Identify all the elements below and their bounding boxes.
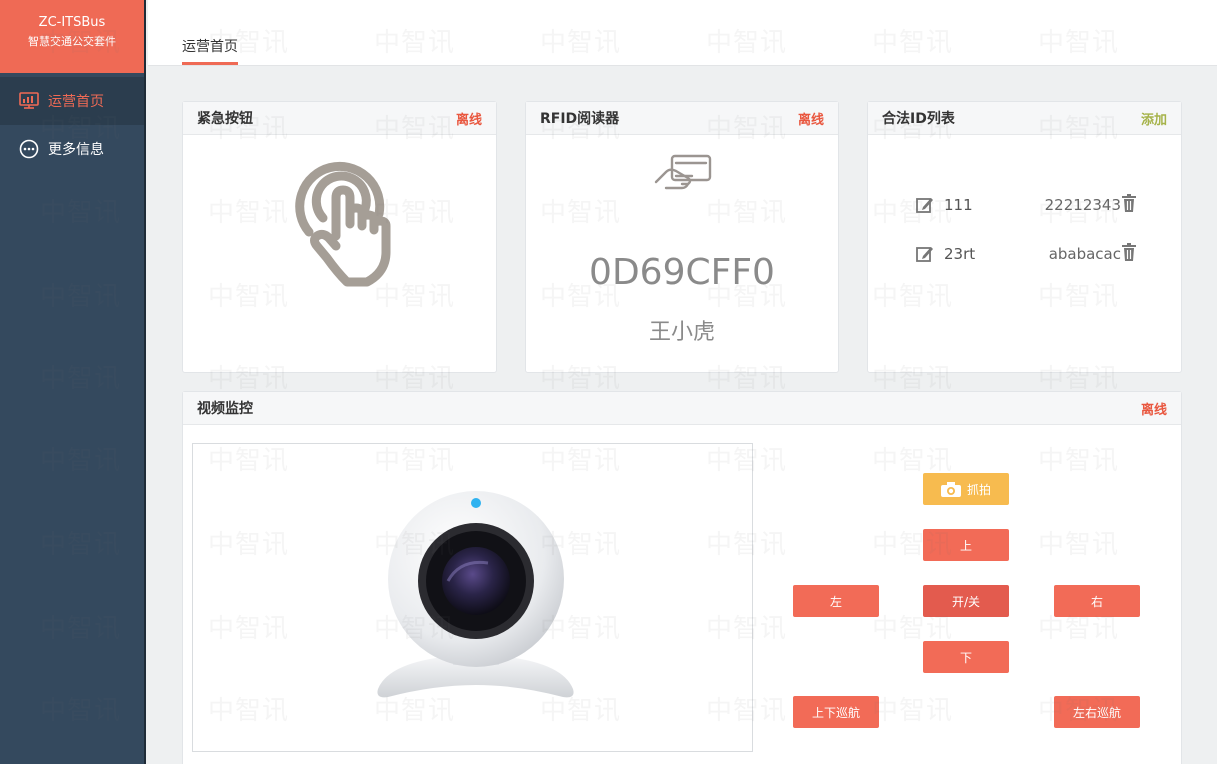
panel-title: 合法ID列表 (882, 111, 955, 127)
trash-icon[interactable] (1121, 242, 1137, 262)
id-name: 23rt (944, 245, 976, 263)
list-item: 111 22212343 (868, 193, 1181, 219)
card-swipe-icon (654, 154, 712, 190)
list-item: 23rt ababacac (868, 242, 1181, 268)
rfid-reader-panel: RFID阅读器 离线 0D69CFF0 王小虎 (525, 101, 839, 373)
status-badge: 离线 (1140, 402, 1167, 418)
topbar: 运营首页 (148, 0, 1217, 66)
tab-dashboard[interactable]: 运营首页 (182, 36, 238, 65)
sidebar-item-label: 更多信息 (48, 142, 104, 158)
panel-title: RFID阅读器 (540, 111, 620, 127)
panel-title: 视频监控 (197, 401, 253, 417)
edit-icon[interactable] (916, 196, 934, 214)
brand: ZC-ITSBus 智慧交通公交套件 (0, 0, 144, 73)
status-badge: 离线 (797, 112, 824, 128)
more-icon (18, 138, 40, 160)
add-button[interactable]: 添加 (1141, 109, 1167, 128)
webcam-icon (377, 491, 574, 698)
panel-header: RFID阅读器 离线 (526, 102, 838, 135)
touch-icon (295, 161, 391, 287)
status-badge: 离线 (455, 112, 482, 128)
edit-icon[interactable] (916, 245, 934, 263)
video-view (192, 443, 753, 752)
tilt-cruise-button[interactable]: 上下巡航 (793, 696, 879, 728)
id-value: ababacac (1048, 245, 1121, 263)
sidebar-item-more[interactable]: 更多信息 (0, 125, 144, 173)
sidebar-item-dashboard[interactable]: 运营首页 (0, 77, 144, 125)
capture-label: 抓拍 (966, 482, 991, 497)
dashboard-icon (18, 90, 40, 112)
card-holder-name: 王小虎 (648, 320, 715, 345)
video-monitor-panel: 视频监控 离线 抓拍 上 左 开/关 右 下 上下巡航 左右巡航 (182, 391, 1182, 764)
capture-button[interactable]: 抓拍 (923, 473, 1009, 505)
app-subtitle: 智慧交通公交套件 (28, 35, 116, 48)
panel-header: 视频监控 离线 (183, 392, 1181, 425)
panel-title: 紧急按钮 (197, 111, 253, 127)
left-button[interactable]: 左 (793, 585, 879, 617)
trash-icon[interactable] (1121, 193, 1137, 213)
up-button[interactable]: 上 (923, 529, 1009, 561)
panel-header: 紧急按钮 离线 (183, 102, 496, 135)
camera-icon (940, 481, 961, 497)
emergency-button-panel: 紧急按钮 离线 (182, 101, 497, 373)
sidebar: ZC-ITSBus 智慧交通公交套件 运营首页 更多信息 (0, 0, 146, 764)
pan-cruise-button[interactable]: 左右巡航 (1054, 696, 1140, 728)
panel-header: 合法ID列表 添加 (868, 102, 1181, 135)
app-title: ZC-ITSBus (38, 15, 106, 30)
id-value: 22212343 (1044, 196, 1121, 214)
right-button[interactable]: 右 (1054, 585, 1140, 617)
id-name: 111 (944, 196, 973, 214)
sidebar-item-label: 运营首页 (48, 94, 104, 110)
power-toggle-button[interactable]: 开/关 (923, 585, 1009, 617)
legal-id-list-panel: 合法ID列表 添加 111 22212343 23rt ababacac (867, 101, 1182, 373)
down-button[interactable]: 下 (923, 641, 1009, 673)
card-id: 0D69CFF0 (589, 252, 775, 293)
